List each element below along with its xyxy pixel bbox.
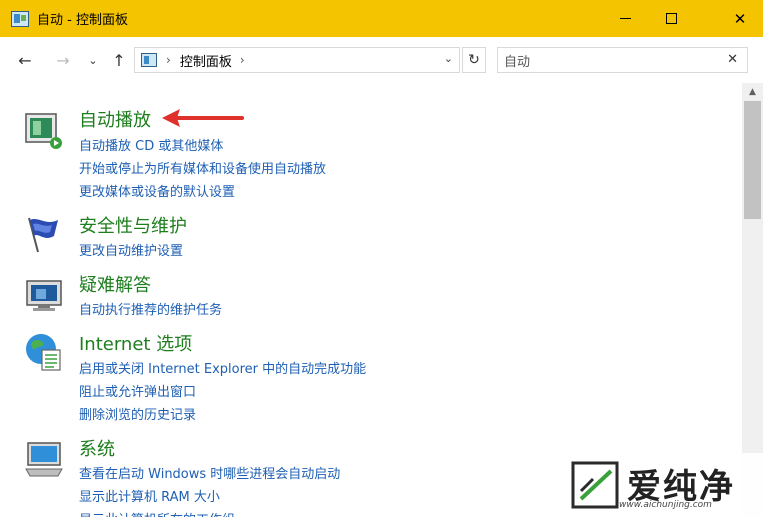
link-change-auto-maintenance[interactable]: 更改自动维护设置 [79,240,183,259]
system-computer-icon [25,442,63,477]
recent-locations-button[interactable]: ⌄ [86,49,100,71]
watermark: 爱纯净 www.aichunjing.com [561,453,763,517]
back-button[interactable]: ← [14,49,36,71]
chevron-down-icon: ⌄ [88,53,98,67]
watermark-logo-icon [571,461,619,509]
refresh-button[interactable]: ↻ [462,47,486,73]
close-icon: ✕ [733,9,747,28]
up-button[interactable]: ↑ [108,49,130,71]
clear-search-icon[interactable]: ✕ [727,52,738,67]
search-box[interactable]: ✕ [497,47,748,73]
section-title-security[interactable]: 安全性与维护 [79,212,187,238]
maximize-button[interactable] [648,0,694,37]
maximize-icon [665,13,677,24]
scroll-thumb[interactable] [744,101,761,219]
annotation-arrow-icon [162,109,244,127]
breadcrumb-control-panel[interactable]: 控制面板 [180,51,232,70]
link-autoplay-cd[interactable]: 自动播放 CD 或其他媒体 [79,135,223,154]
title-bar: 自动 - 控制面板 ✕ [0,0,763,37]
close-button[interactable]: ✕ [717,0,763,37]
forward-arrow-icon: → [56,50,70,70]
link-change-media-defaults[interactable]: 更改媒体或设备的默认设置 [79,181,235,200]
breadcrumb-separator-icon[interactable]: › [166,53,171,67]
minimize-icon [619,18,631,19]
control-panel-icon [141,53,157,67]
scroll-up-icon[interactable]: ▲ [742,83,763,100]
up-arrow-icon: ↑ [112,50,126,70]
navigation-bar: ← → ⌄ ↑ › 控制面板 › ⌄ ↻ ✕ [0,37,763,83]
search-results: 自动播放 自动播放 CD 或其他媒体 开始或停止为所有媒体和设备使用自动播放 更… [0,83,742,517]
minimize-button[interactable] [602,0,648,37]
internet-options-icon [26,334,61,371]
section-title-autoplay[interactable]: 自动播放 [79,106,151,132]
section-title-troubleshooting[interactable]: 疑难解答 [79,271,151,297]
link-autoplay-all-media[interactable]: 开始或停止为所有媒体和设备使用自动播放 [79,158,326,177]
section-title-internet-options[interactable]: Internet 选项 [79,330,192,356]
link-ie-autocomplete[interactable]: 启用或关闭 Internet Explorer 中的自动完成功能 [79,358,366,377]
control-panel-icon [11,10,29,27]
forward-button[interactable]: → [52,49,74,71]
address-bar[interactable]: › 控制面板 › ⌄ [134,47,460,73]
troubleshoot-icon [26,280,62,311]
link-startup-processes[interactable]: 查看在启动 Windows 时哪些进程会自动启动 [79,463,340,482]
vertical-scrollbar[interactable]: ▲ [742,83,763,517]
watermark-url: www.aichunjing.com [619,500,712,510]
link-show-workgroup[interactable]: 显示此计算机所在的工作组 [79,509,235,517]
window-title: 自动 - 控制面板 [37,13,128,28]
security-flag-icon [28,217,58,253]
link-popup-blocker[interactable]: 阻止或允许弹出窗口 [79,381,196,400]
autoplay-icon [25,113,62,149]
search-input[interactable] [504,52,714,68]
refresh-icon: ↻ [468,52,480,68]
link-delete-browsing-history[interactable]: 删除浏览的历史记录 [79,404,196,423]
breadcrumb-separator-icon[interactable]: › [240,53,245,67]
address-dropdown-icon[interactable]: ⌄ [444,52,453,65]
back-arrow-icon: ← [18,50,32,70]
link-run-recommended-maintenance[interactable]: 自动执行推荐的维护任务 [79,299,222,318]
link-show-ram-size[interactable]: 显示此计算机 RAM 大小 [79,486,220,505]
section-title-system[interactable]: 系统 [79,435,115,461]
